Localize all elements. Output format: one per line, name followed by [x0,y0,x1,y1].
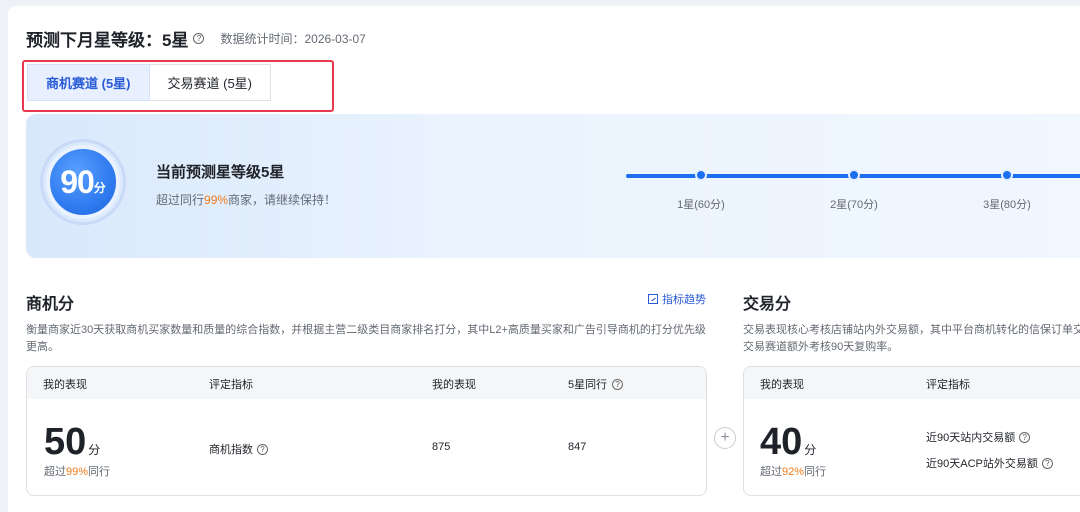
level-label-2: 2星(70分) [830,199,878,211]
metric-acp-gmv: 近90天ACP站外交易额 ? [926,455,1053,471]
level-label-1: 1星(60分) [677,199,725,211]
head-peer-label: 5星同行 [568,379,608,391]
opportunity-desc: 衡量商家近30天获取商机买家数量和质量的综合指数，并根据主营二级类目商家排名打分… [26,322,706,356]
metric-label: 近90天ACP站外交易额 [926,458,1038,470]
trend-link-label: 指标趋势 [662,294,706,306]
level-label-3: 3星(80分) [983,199,1031,211]
level-dot-3 [1001,169,1013,181]
peer-value: 847 [568,441,587,453]
head-metric: 评定指标 [926,379,970,391]
opportunity-beat: 超过99%同行 [44,463,110,479]
score-value: 90 [60,163,95,200]
banner-title: 当前预测星等级5星 [156,164,285,181]
trade-panel: 我的表现 评定指标 40 分 超过92%同行 近90天站内交易额 ? 近90天A… [743,366,1080,496]
help-icon[interactable]: ? [1041,457,1053,469]
trade-score: 40 分 [760,421,816,464]
trade-desc-line2: 交易赛道额外考核90天复购率。 [743,341,899,353]
head-my-value: 我的表现 [432,379,476,391]
opportunity-panel: 我的表现 评定指标 我的表现 5星同行? 50 分 超过99%同行 商机指数 ?… [26,366,707,496]
metric-opportunity-index: 商机指数 ? [209,441,268,457]
banner-subtitle: 超过同行99%商家，请继续保持！ [156,191,336,208]
tab-opportunity[interactable]: 商机赛道 (5星) [27,64,150,101]
head-peer: 5星同行? [568,376,624,392]
help-icon[interactable]: ? [257,443,268,455]
metric-onsite-gmv: 近90天站内交易额 ? [926,429,1031,445]
trade-beat: 超过92%同行 [760,463,826,479]
head-my-performance: 我的表现 [760,379,804,391]
title-row: 预测下月星等级：5星 ? 数据统计时间：2026-03-07 [26,26,366,51]
metric-label: 近90天站内交易额 [926,432,1016,444]
trade-score-value: 40 [760,421,803,463]
beat-suffix: 同行 [88,466,111,478]
opportunity-desc-line2: 更高。 [26,341,59,353]
stat-time: 数据统计时间：2026-03-07 [220,32,366,46]
plus-icon: + [714,427,736,449]
trade-title: 交易分 [743,296,792,313]
help-icon[interactable]: ? [612,378,624,390]
sub-prefix: 超过同行 [156,193,205,207]
my-value: 875 [432,441,451,453]
beat-prefix: 超过 [44,466,66,478]
help-icon[interactable]: ? [1019,431,1031,443]
level-dot-2 [848,169,860,181]
trend-link[interactable]: 指标趋势 [648,291,706,307]
opportunity-panel-head: 我的表现 评定指标 我的表现 5星同行? [27,367,706,399]
trend-icon [648,294,658,304]
trade-desc: 交易表现核心考核店铺站内外交易额，其中平台商机转化的信保订单交 交易赛道额外考核… [743,322,1080,356]
help-icon[interactable]: ? [193,33,205,44]
beat-suffix: 同行 [804,466,827,478]
sub-percent: 99% [204,193,229,207]
level-dot-1 [695,169,707,181]
score-unit: 分 [93,180,106,195]
track-tabs: 商机赛道 (5星) 交易赛道 (5星) [27,64,272,101]
opportunity-score: 50 分 [44,421,100,464]
metric-label: 商机指数 [209,444,253,456]
sub-suffix: 商家，请继续保持！ [228,193,337,207]
page-title: 预测下月星等级：5星 [26,31,189,50]
beat-percent: 92% [782,466,805,478]
tab-trade[interactable]: 交易赛道 (5星) [149,64,272,101]
star-level-banner: 90 分 当前预测星等级5星 超过同行99%商家，请继续保持！ 1星(60分) … [26,114,1080,258]
head-metric: 评定指标 [209,379,253,391]
trade-desc-line1: 交易表现核心考核店铺站内外交易额，其中平台商机转化的信保订单交 [743,324,1080,336]
beat-percent: 99% [66,466,89,478]
trade-score-unit: 分 [804,443,817,457]
beat-prefix: 超过 [760,466,782,478]
head-my-performance: 我的表现 [43,379,87,391]
opportunity-score-unit: 分 [88,443,101,457]
opportunity-desc-line1: 衡量商家近30天获取商机买家数量和质量的综合指数，并根据主营二级类目商家排名打分… [26,324,706,336]
trade-panel-head: 我的表现 评定指标 [744,367,1080,399]
opportunity-title: 商机分 [26,296,75,313]
score-badge: 90 分 [46,145,120,219]
opportunity-score-value: 50 [44,421,87,463]
